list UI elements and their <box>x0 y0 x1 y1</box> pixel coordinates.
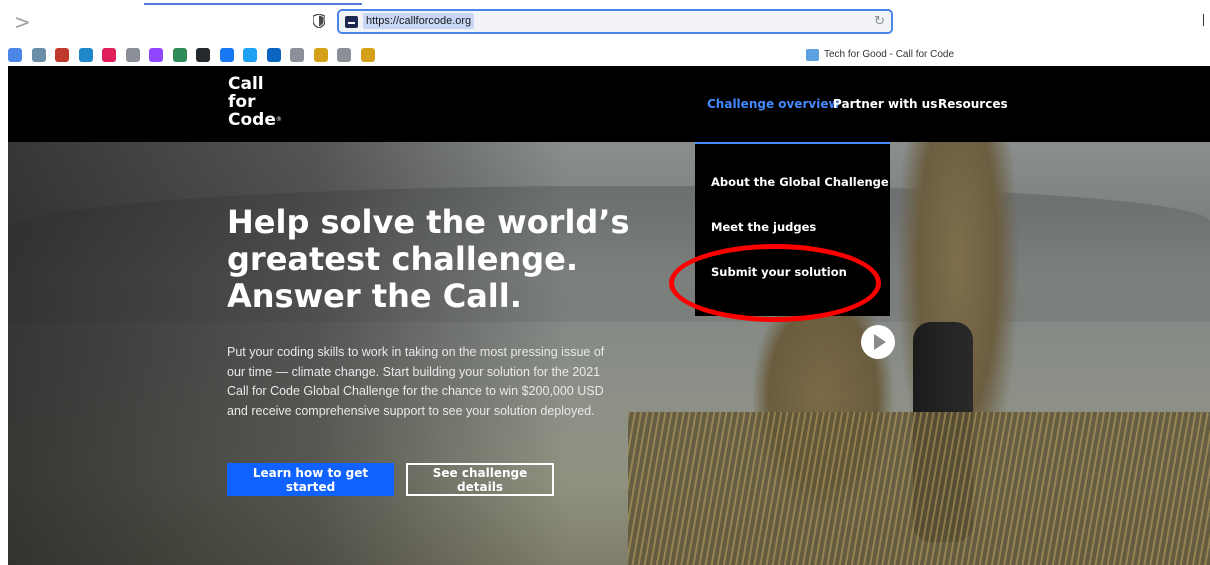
nav-resources[interactable]: Resources <box>938 97 1008 111</box>
bookmark-icon-4[interactable] <box>78 48 93 62</box>
menu-item-about-global-challenge[interactable]: About the Global Challenge <box>711 175 889 189</box>
url-text[interactable]: https://callforcode.org <box>363 13 475 29</box>
hero-background-grass <box>628 412 1210 565</box>
web-page: Call for Code® Challenge overview Partne… <box>8 66 1210 565</box>
twitter-icon[interactable] <box>243 48 257 62</box>
slack-icon[interactable] <box>102 48 116 62</box>
hero-description: Put your coding skills to work in taking… <box>227 343 637 421</box>
headline-line: Answer the Call. <box>227 277 522 315</box>
logo-code-word: Code <box>228 110 276 130</box>
hero-section: Help solve the world’s greatest challeng… <box>8 142 1210 565</box>
bookmark-icon-13[interactable] <box>290 48 304 62</box>
facebook-icon[interactable] <box>219 48 234 62</box>
description-line: Call for Code Global Challenge for the c… <box>227 384 604 398</box>
url-input[interactable]: https://callforcode.org ↻ <box>337 9 893 34</box>
bookmark-icon-16[interactable] <box>360 48 375 62</box>
logo-line-1: Call <box>228 74 264 94</box>
site-header: Call for Code® Challenge overview Partne… <box>8 66 1210 142</box>
underlined-link-fragment <box>144 3 362 5</box>
logo-line-3: Code® <box>228 111 282 129</box>
reload-icon[interactable]: ↻ <box>874 14 885 30</box>
nav-challenge-overview[interactable]: Challenge overview <box>707 97 840 111</box>
nav-partner-with-us[interactable]: Partner with us <box>833 97 937 111</box>
bookmark-icon-2[interactable] <box>31 48 46 62</box>
description-line: and receive comprehensive support to see… <box>227 403 595 418</box>
tab-favicon-icon <box>806 49 819 61</box>
bookmark-icon-3[interactable] <box>55 48 69 62</box>
description-line: Put your coding skills to work in taking… <box>227 345 605 359</box>
bookmark-icon-14[interactable] <box>313 48 328 62</box>
headline-line: Help solve the world’s <box>227 203 630 241</box>
site-favicon-icon <box>345 16 358 28</box>
logo-line-2: for <box>228 92 256 112</box>
tab-title[interactable]: Tech for Good - Call for Code <box>824 49 954 61</box>
window-edge <box>1203 14 1204 26</box>
twitch-icon[interactable] <box>149 48 163 62</box>
shield-icon[interactable] <box>313 14 325 28</box>
browser-chrome: > https://callforcode.org ↻ Tech for Goo… <box>0 0 1210 66</box>
bookmark-icon-15[interactable] <box>337 48 351 62</box>
red-highlight-circle <box>669 244 881 322</box>
menu-item-meet-the-judges[interactable]: Meet the judges <box>711 220 816 234</box>
chevron-right-icon[interactable]: > <box>14 12 31 32</box>
address-bar-row: > https://callforcode.org ↻ <box>0 0 1210 40</box>
github-icon[interactable] <box>196 48 210 62</box>
bookmarks-bar: Tech for Good - Call for Code <box>0 44 1210 66</box>
video-play-icon[interactable] <box>861 325 895 359</box>
see-challenge-details-button[interactable]: See challenge details <box>406 463 554 496</box>
linkedin-icon[interactable] <box>266 48 281 62</box>
hero-headline: Help solve the world’s greatest challeng… <box>227 204 647 315</box>
headline-line: greatest challenge. <box>227 240 578 278</box>
learn-how-to-get-started-button[interactable]: Learn how to get started <box>227 463 394 496</box>
registered-mark: ® <box>275 116 282 123</box>
bookmark-icon-8[interactable] <box>172 48 187 62</box>
description-line: our time — climate change. Start buildin… <box>227 364 601 379</box>
site-logo[interactable]: Call for Code® <box>228 75 282 129</box>
bookmark-icon-6[interactable] <box>125 48 140 62</box>
bookmark-icon-1[interactable] <box>8 48 22 62</box>
